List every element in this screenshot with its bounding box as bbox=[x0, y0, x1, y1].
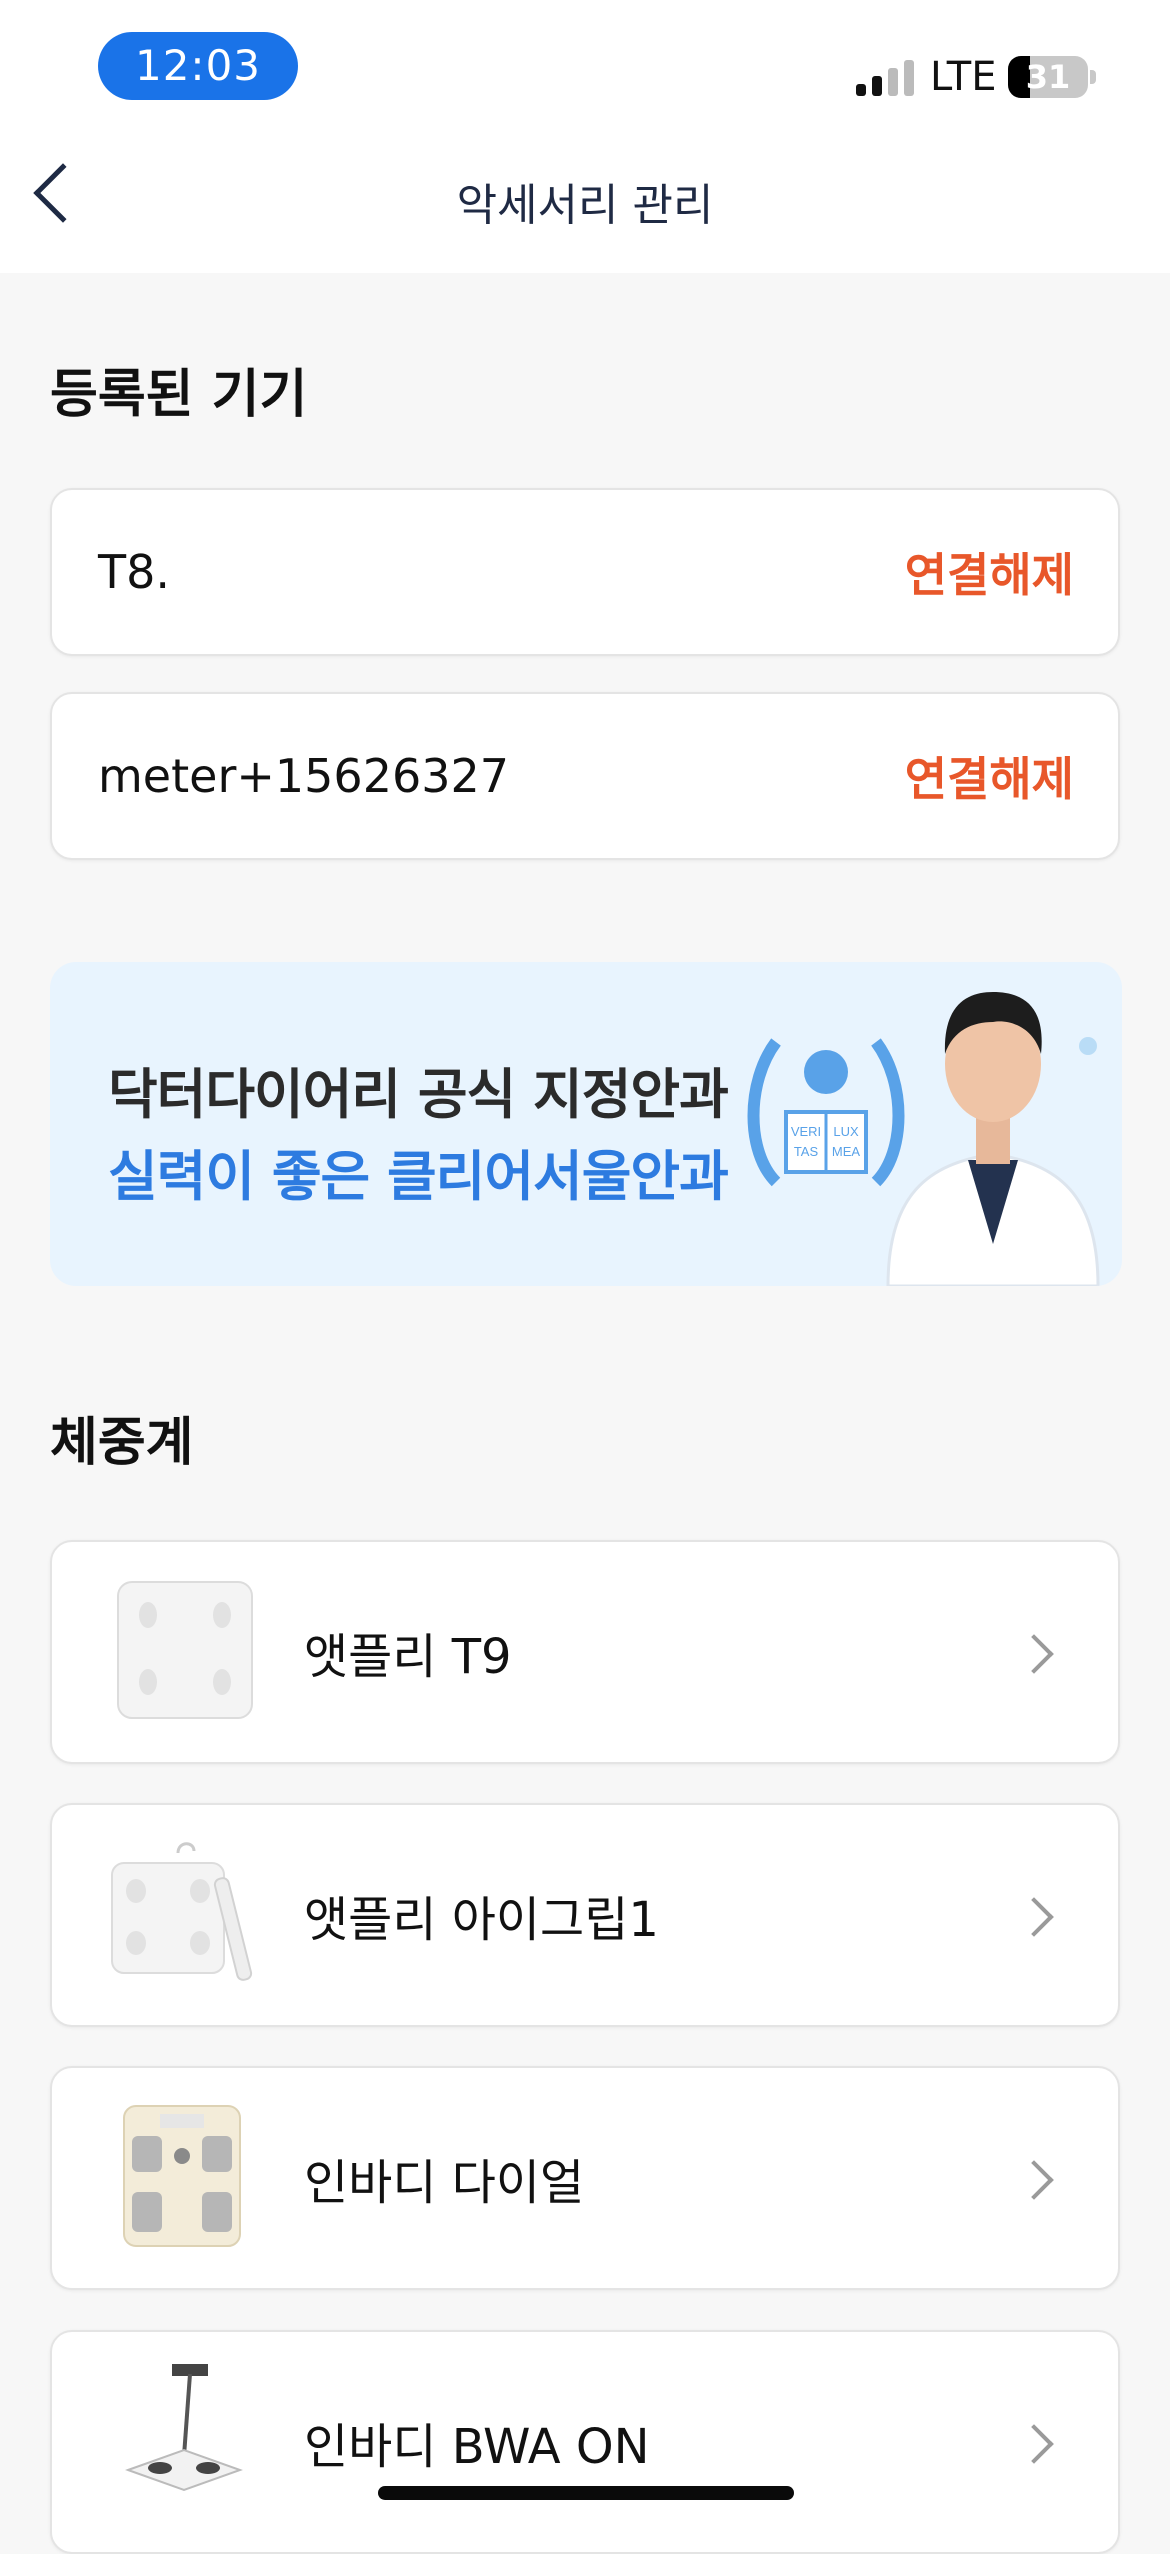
scale-item[interactable]: 인바디 다이얼 bbox=[50, 2066, 1120, 2290]
status-time: 12:03 bbox=[98, 32, 298, 100]
banner-line2: 실력이 좋은 클리어서울안과 bbox=[108, 1145, 729, 1208]
scale-name: 인바디 다이얼 bbox=[304, 2155, 585, 2211]
registered-device-row: T8. 연결해제 bbox=[50, 488, 1120, 656]
emblem-text: MEA bbox=[832, 1144, 861, 1159]
scale-t9-image bbox=[117, 1581, 253, 1719]
home-indicator bbox=[378, 2486, 794, 2500]
page-title: 악세서리 관리 bbox=[456, 180, 714, 231]
device-name: meter+15626327 bbox=[98, 749, 510, 803]
network-label: LTE bbox=[930, 54, 997, 100]
scale-inbody-bwa-image bbox=[125, 2364, 243, 2492]
scales-section-title: 체중계 bbox=[50, 1413, 194, 1473]
registered-device-row: meter+15626327 연결해제 bbox=[50, 692, 1120, 860]
battery-tip bbox=[1090, 70, 1096, 84]
scale-name: 앳플리 아이그립1 bbox=[304, 1892, 659, 1948]
top-bar: 12:03 LTE 31 악세서리 관리 bbox=[0, 0, 1170, 273]
emblem-text: LUX bbox=[833, 1124, 859, 1139]
scale-item[interactable]: 앳플리 아이그립1 bbox=[50, 1803, 1120, 2027]
scale-igrip1-image bbox=[111, 1842, 253, 1981]
signal-icon bbox=[856, 60, 918, 96]
battery-level: 31 bbox=[1025, 58, 1071, 96]
scale-item[interactable]: 앳플리 T9 bbox=[50, 1540, 1120, 1764]
disconnect-button[interactable]: 연결해제 bbox=[905, 490, 1074, 654]
banner-line1: 닥터다이어리 공식 지정안과 bbox=[108, 1063, 729, 1126]
device-name: T8. bbox=[98, 545, 170, 599]
scale-item[interactable]: 인바디 BWA ON bbox=[50, 2330, 1120, 2554]
disconnect-button[interactable]: 연결해제 bbox=[905, 694, 1074, 858]
battery-icon: 31 bbox=[1008, 56, 1088, 98]
emblem-text: TAS bbox=[794, 1144, 819, 1159]
chevron-right-icon bbox=[1014, 2160, 1054, 2200]
doctor-photo bbox=[886, 992, 1100, 1286]
scale-name: 앳플리 T9 bbox=[304, 1629, 512, 1685]
chevron-right-icon bbox=[1014, 1634, 1054, 1674]
chevron-right-icon bbox=[1014, 1897, 1054, 1937]
scale-inbody-dial-image bbox=[123, 2105, 241, 2247]
chevron-right-icon bbox=[1014, 2424, 1054, 2464]
promo-banner[interactable]: 닥터다이어리 공식 지정안과 실력이 좋은 클리어서울안과 VERI TAS L… bbox=[50, 962, 1122, 1286]
scale-name: 인바디 BWA ON bbox=[304, 2419, 650, 2475]
registered-section-title: 등록된 기기 bbox=[50, 365, 308, 425]
emblem-text: VERI bbox=[791, 1124, 821, 1139]
